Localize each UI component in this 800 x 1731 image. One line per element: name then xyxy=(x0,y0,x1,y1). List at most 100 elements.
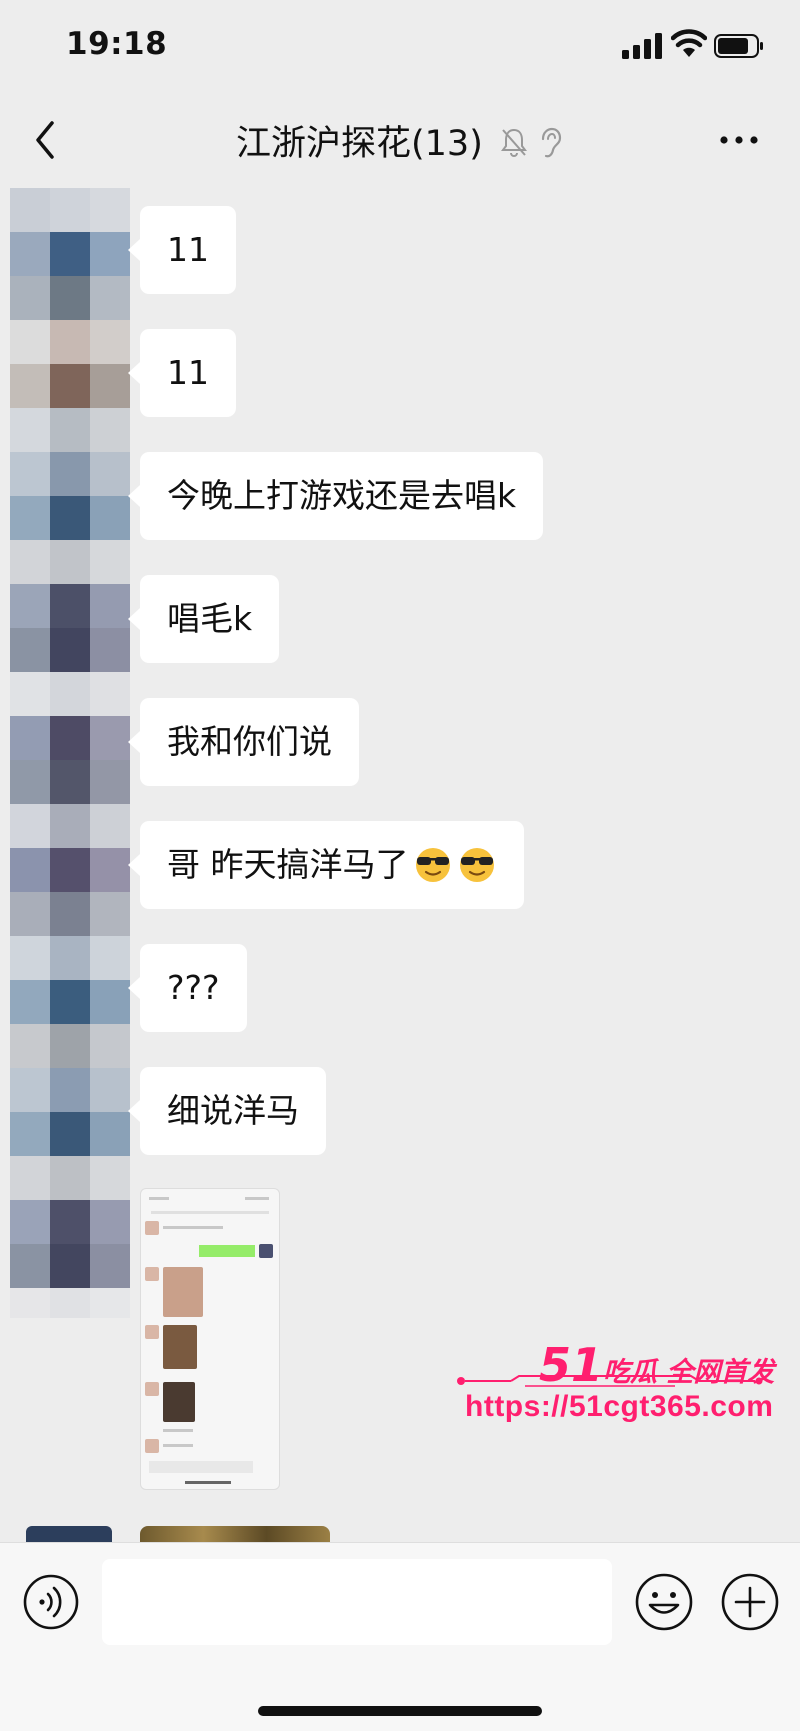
back-chevron-icon[interactable] xyxy=(30,117,60,163)
mosaic-tile xyxy=(90,980,130,1024)
mosaic-tile xyxy=(90,1112,130,1156)
message-bubble[interactable]: 我和你们说 xyxy=(128,698,359,786)
cool-face-emoji-icon xyxy=(415,847,450,882)
thumb-photo xyxy=(163,1382,195,1422)
mosaic-tile xyxy=(90,188,130,232)
mosaic-tile xyxy=(90,1156,130,1200)
thumb-detail xyxy=(245,1197,269,1200)
mosaic-tile xyxy=(10,364,54,408)
mosaic-tile xyxy=(10,980,54,1024)
mosaic-tile xyxy=(90,584,130,628)
thumb-avatar xyxy=(259,1244,273,1258)
mosaic-tile xyxy=(50,408,94,452)
mosaic-tile xyxy=(50,980,94,1024)
mosaic-tile xyxy=(50,188,94,232)
mosaic-tile xyxy=(90,716,130,760)
mosaic-tile xyxy=(10,540,54,584)
mosaic-tile xyxy=(10,672,54,716)
next-sender-avatar xyxy=(26,1526,112,1542)
more-actions-plus-icon[interactable] xyxy=(720,1572,780,1632)
mosaic-tile xyxy=(90,276,130,320)
mosaic-tile xyxy=(10,276,54,320)
mosaic-tile xyxy=(90,628,130,672)
message-bubble[interactable]: 哥 昨天搞洋马了 xyxy=(128,821,524,909)
mosaic-tile xyxy=(90,1024,130,1068)
shared-screenshot-thumbnail[interactable] xyxy=(140,1188,280,1490)
mosaic-tile xyxy=(10,848,54,892)
mosaic-tile xyxy=(50,760,94,804)
thumb-detail xyxy=(151,1211,269,1214)
thumb-detail xyxy=(163,1226,223,1229)
mosaic-tile xyxy=(90,1244,130,1288)
message-bubble[interactable]: 唱毛k xyxy=(127,575,280,663)
thumb-avatar xyxy=(145,1439,159,1453)
thumb-avatar xyxy=(145,1267,159,1281)
thumb-detail xyxy=(163,1444,193,1447)
message-text: 哥 昨天搞洋马了 xyxy=(167,845,409,884)
thumb-detail xyxy=(163,1429,193,1432)
message-input[interactable] xyxy=(102,1559,612,1645)
mosaic-tile xyxy=(50,848,94,892)
mosaic-tile xyxy=(50,672,94,716)
mosaic-tile xyxy=(50,1068,94,1112)
mosaic-tile xyxy=(50,1112,94,1156)
home-indicator xyxy=(258,1706,542,1716)
mosaic-tile xyxy=(50,716,94,760)
mosaic-tile xyxy=(10,628,54,672)
message-bubble[interactable]: 11 xyxy=(128,206,236,294)
mosaic-tile xyxy=(50,1200,94,1244)
mosaic-tile xyxy=(10,892,54,936)
mosaic-tile xyxy=(90,1200,130,1244)
mosaic-tile xyxy=(50,584,94,628)
status-bar: 19:18 xyxy=(0,0,800,95)
mosaic-tile xyxy=(10,320,54,364)
status-time: 19:18 xyxy=(66,26,168,62)
message-text: 唱毛k xyxy=(167,599,253,638)
mosaic-tile xyxy=(10,452,54,496)
mosaic-tile xyxy=(90,496,130,540)
mosaic-tile xyxy=(50,892,94,936)
mosaic-tile xyxy=(90,232,130,276)
mosaic-tile xyxy=(10,1288,54,1318)
mosaic-tile xyxy=(50,936,94,980)
message-text: 11 xyxy=(167,353,209,392)
thumb-photo xyxy=(163,1267,203,1317)
mosaic-tile xyxy=(50,1156,94,1200)
next-image-message[interactable] xyxy=(140,1526,330,1542)
mosaic-tile xyxy=(90,804,130,848)
emoji-smile-icon[interactable] xyxy=(634,1572,694,1632)
mosaic-tile xyxy=(50,320,94,364)
thumb-detail xyxy=(149,1197,169,1200)
mosaic-tile xyxy=(50,1244,94,1288)
message-bubble[interactable]: 11 xyxy=(128,329,236,417)
mosaic-tile xyxy=(10,1244,54,1288)
chat-title: 江浙沪探花(13) xyxy=(236,124,483,164)
mosaic-tile xyxy=(10,584,54,628)
mosaic-tile xyxy=(90,364,130,408)
message-bubble[interactable]: 细说洋马 xyxy=(128,1067,326,1155)
mosaic-tile xyxy=(50,364,94,408)
message-bubble[interactable]: 今晚上打游戏还是去唱k xyxy=(127,452,544,540)
thumb-photo xyxy=(163,1325,197,1369)
mosaic-tile xyxy=(90,408,130,452)
site-watermark: 51吃瓜 全网首发 https://51cgt365.com xyxy=(455,1338,775,1438)
mosaic-tile xyxy=(50,1024,94,1068)
mosaic-tile xyxy=(90,320,130,364)
mosaic-tile xyxy=(90,452,130,496)
thumb-avatar xyxy=(145,1221,159,1235)
mosaic-tile xyxy=(50,540,94,584)
message-text: ??? xyxy=(167,968,220,1007)
mute-bell-icon xyxy=(501,128,527,157)
cellular-signal-icon xyxy=(622,33,662,59)
message-bubble[interactable]: ??? xyxy=(128,944,247,1032)
input-bar xyxy=(0,1542,800,1731)
more-options-icon[interactable] xyxy=(716,120,762,160)
chat-header: 江浙沪探花(13) xyxy=(0,95,800,185)
watermark-url: https://51cgt365.com xyxy=(465,1390,774,1423)
mosaic-tile xyxy=(10,496,54,540)
mosaic-tile xyxy=(10,1112,54,1156)
earpiece-icon xyxy=(541,127,562,158)
mosaic-tile xyxy=(10,1024,54,1068)
voice-input-icon[interactable] xyxy=(22,1573,80,1631)
mosaic-tile xyxy=(10,232,54,276)
